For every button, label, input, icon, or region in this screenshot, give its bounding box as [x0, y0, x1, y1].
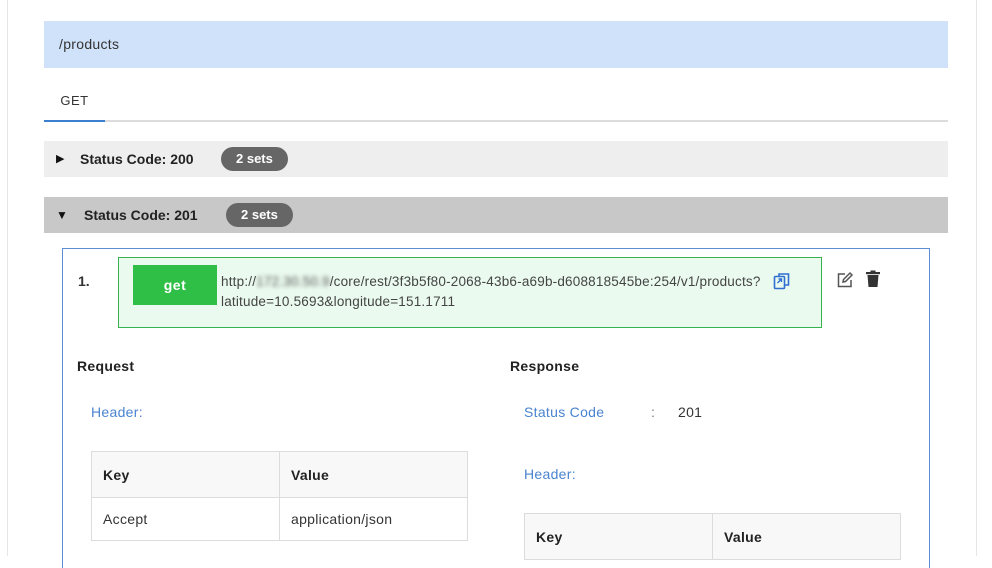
column-header-value: Value	[712, 513, 901, 560]
endpoint-path: /products	[59, 36, 120, 52]
request-url[interactable]: http://172.30.50.9/core/rest/3f3b5f80-20…	[221, 272, 761, 312]
column-header-key: Key	[524, 513, 713, 560]
copy-icon[interactable]	[773, 272, 791, 290]
caret-down-icon: ▼	[56, 208, 68, 222]
status-code-value: 201	[678, 404, 703, 420]
response-header-label[interactable]: Header:	[524, 466, 576, 482]
column-header-value: Value	[279, 451, 468, 498]
status-group-label: Status Code: 200	[80, 151, 194, 167]
trash-icon[interactable]	[865, 270, 881, 288]
edit-icon[interactable]	[836, 271, 854, 289]
status-group-201[interactable]: ▼ Status Code: 201 2 sets	[44, 197, 948, 233]
header-value-cell: application/json	[279, 497, 468, 541]
example-panel: 1. get http://172.30.50.9/core/rest/3f3b…	[62, 248, 930, 568]
caret-right-icon: ▶	[56, 153, 65, 165]
request-header-table: Key Value Accept application/json	[91, 451, 468, 541]
request-url-box: get http://172.30.50.9/core/rest/3f3b5f8…	[118, 257, 822, 328]
tab-get[interactable]: GET	[44, 82, 105, 122]
status-group-200[interactable]: ▶ Status Code: 200 2 sets	[44, 141, 948, 177]
header-key-cell: Accept	[91, 497, 280, 541]
column-header-key: Key	[91, 451, 280, 498]
method-tabs: GET	[44, 82, 948, 122]
sets-count-badge: 2 sets	[226, 203, 293, 227]
endpoint-path-bar[interactable]: /products	[44, 21, 948, 68]
table-row: Accept application/json	[91, 497, 468, 541]
status-group-label: Status Code: 201	[84, 207, 198, 223]
request-title: Request	[77, 358, 135, 374]
url-host: 172.30.50.9	[256, 274, 330, 289]
left-border	[7, 0, 8, 556]
status-code-label: Status Code	[524, 404, 605, 420]
response-header-table: Key Value	[524, 513, 901, 560]
request-header-label[interactable]: Header:	[91, 404, 143, 420]
method-badge: get	[133, 265, 217, 305]
entry-index: 1.	[78, 273, 90, 289]
status-code-colon: :	[651, 404, 655, 420]
url-scheme: http://	[221, 274, 257, 289]
sets-count-badge: 2 sets	[221, 147, 288, 171]
right-border	[976, 0, 977, 556]
response-title: Response	[510, 358, 580, 374]
